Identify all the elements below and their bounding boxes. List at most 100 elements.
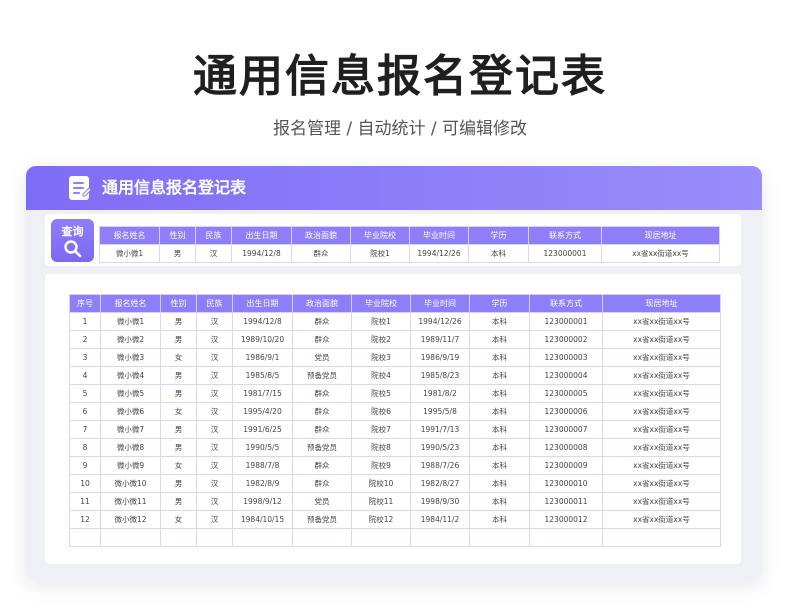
table-cell[interactable]: 微小微5 [100,384,161,403]
table-cell[interactable]: 123000011 [529,492,603,511]
table-cell[interactable]: 10 [69,474,101,493]
table-cell[interactable]: 微小微11 [100,492,161,511]
table-cell[interactable]: 本科 [469,312,530,331]
table-cell[interactable] [292,528,352,547]
table-cell[interactable]: 院校2 [351,330,411,349]
table-cell[interactable]: 男 [160,438,197,457]
table-cell[interactable]: 1990/5/23 [410,438,470,457]
table-cell[interactable]: 群众 [292,312,352,331]
table-cell[interactable]: 123000006 [529,402,603,421]
table-cell[interactable]: xx省xx街道xx号 [602,384,721,403]
table-cell[interactable]: 汉 [196,366,233,385]
table-cell[interactable]: 123000012 [529,510,603,529]
table-cell[interactable]: 院校1 [351,312,411,331]
table-cell[interactable]: 123000008 [529,438,603,457]
table-cell[interactable]: 本科 [469,402,530,421]
table-cell[interactable]: 6 [69,402,101,421]
table-cell[interactable]: 9 [69,456,101,475]
table-cell[interactable]: 5 [69,384,101,403]
table-cell[interactable]: 1988/7/26 [410,456,470,475]
table-cell[interactable]: 汉 [196,330,233,349]
table-cell[interactable]: 1994/12/26 [410,312,470,331]
table-cell[interactable]: 1 [69,312,101,331]
query-input-cell[interactable]: 汉 [195,244,232,263]
table-cell[interactable]: 群众 [292,330,352,349]
table-cell[interactable]: 123000010 [529,474,603,493]
table-cell[interactable]: 12 [69,510,101,529]
table-cell[interactable]: 1988/7/8 [232,456,293,475]
table-cell[interactable]: xx省xx街道xx号 [602,510,721,529]
table-cell[interactable]: 1995/5/8 [410,402,470,421]
table-cell[interactable]: 1984/10/15 [232,510,293,529]
table-cell[interactable]: 女 [160,348,197,367]
table-cell[interactable]: xx省xx街道xx号 [602,456,721,475]
table-cell[interactable] [469,528,530,547]
table-cell[interactable]: 1998/9/30 [410,492,470,511]
table-cell[interactable]: 群众 [292,420,352,439]
table-cell[interactable]: 汉 [196,492,233,511]
table-cell[interactable]: 1985/8/23 [410,366,470,385]
table-cell[interactable]: 1981/7/15 [232,384,293,403]
table-cell[interactable]: xx省xx街道xx号 [602,366,721,385]
table-cell[interactable]: 1982/8/9 [232,474,293,493]
table-cell[interactable] [410,528,470,547]
table-cell[interactable]: 1989/11/7 [410,330,470,349]
table-cell[interactable]: 微小微2 [100,330,161,349]
table-cell[interactable]: 1985/8/5 [232,366,293,385]
table-cell[interactable]: 123000009 [529,456,603,475]
table-cell[interactable]: 女 [160,402,197,421]
table-cell[interactable]: 8 [69,438,101,457]
table-cell[interactable]: xx省xx街道xx号 [602,348,721,367]
table-cell[interactable]: 1984/11/2 [410,510,470,529]
table-cell[interactable]: 微小微12 [100,510,161,529]
table-cell[interactable]: 群众 [292,474,352,493]
table-cell[interactable]: 本科 [469,492,530,511]
table-cell[interactable]: 男 [160,330,197,349]
table-cell[interactable]: xx省xx街道xx号 [602,438,721,457]
table-cell[interactable] [602,528,721,547]
table-cell[interactable]: 汉 [196,474,233,493]
table-cell[interactable]: xx省xx街道xx号 [602,402,721,421]
table-cell[interactable]: 1982/8/27 [410,474,470,493]
table-cell[interactable]: 汉 [196,384,233,403]
table-cell[interactable]: 本科 [469,348,530,367]
table-cell[interactable]: 1981/8/2 [410,384,470,403]
table-cell[interactable]: 123000001 [529,312,603,331]
query-input-cell[interactable]: 本科 [468,244,529,263]
table-cell[interactable]: 汉 [196,510,233,529]
table-cell[interactable]: 男 [160,492,197,511]
table-cell[interactable]: 女 [160,456,197,475]
table-cell[interactable]: 4 [69,366,101,385]
table-cell[interactable]: 汉 [196,402,233,421]
table-cell[interactable] [529,528,603,547]
table-cell[interactable]: 1990/5/5 [232,438,293,457]
table-cell[interactable]: 男 [160,366,197,385]
table-cell[interactable]: 1986/9/19 [410,348,470,367]
table-cell[interactable]: 微小微1 [100,312,161,331]
table-cell[interactable]: 3 [69,348,101,367]
table-cell[interactable]: 微小微6 [100,402,161,421]
table-cell[interactable]: 微小微9 [100,456,161,475]
table-cell[interactable]: 汉 [196,420,233,439]
table-cell[interactable]: 预备党员 [292,510,352,529]
table-cell[interactable]: 1991/7/13 [410,420,470,439]
table-cell[interactable]: 7 [69,420,101,439]
table-cell[interactable]: 预备党员 [292,438,352,457]
table-cell[interactable] [69,528,101,547]
query-button[interactable]: 查询 [51,219,94,262]
table-cell[interactable]: 院校3 [351,348,411,367]
query-input-cell[interactable]: 男 [159,244,196,263]
query-input-cell[interactable]: xx省xx街道xx号 [601,244,720,263]
table-cell[interactable]: 123000002 [529,330,603,349]
table-cell[interactable]: 本科 [469,510,530,529]
table-cell[interactable]: 1991/6/25 [232,420,293,439]
table-cell[interactable]: 群众 [292,384,352,403]
table-cell[interactable]: 汉 [196,312,233,331]
table-cell[interactable]: 微小微3 [100,348,161,367]
table-cell[interactable]: 群众 [292,456,352,475]
query-input-cell[interactable]: 123000001 [528,244,602,263]
table-cell[interactable]: 男 [160,384,197,403]
table-cell[interactable] [196,528,233,547]
table-cell[interactable]: 本科 [469,474,530,493]
table-cell[interactable]: 党员 [292,348,352,367]
